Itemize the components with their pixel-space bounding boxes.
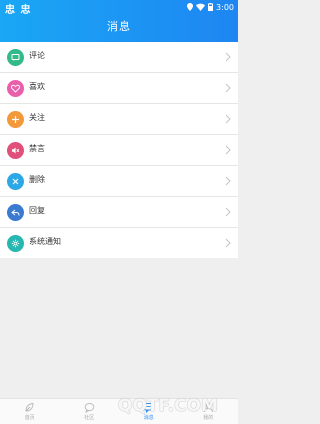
chevron-right-icon bbox=[225, 207, 231, 217]
leaf-icon bbox=[25, 403, 34, 412]
message-item-label: 关注 bbox=[29, 113, 45, 122]
status-bar: 忠 忠 3:00 bbox=[0, 0, 238, 17]
tab-label: 首页 bbox=[24, 415, 35, 421]
mute-icon bbox=[7, 142, 24, 159]
site-watermark: QQTF.COM bbox=[118, 396, 218, 416]
app-header: 忠 忠 3:00 消息 bbox=[0, 0, 238, 42]
chevron-right-icon bbox=[225, 145, 231, 155]
chat-bubble-icon bbox=[84, 402, 95, 413]
tab-label: 社区 bbox=[84, 415, 95, 421]
chevron-right-icon bbox=[225, 83, 231, 93]
page-title: 消息 bbox=[107, 20, 131, 33]
message-item-follow[interactable]: 关注 bbox=[0, 104, 238, 135]
tab-home[interactable]: 首页 bbox=[0, 399, 60, 424]
wifi-icon bbox=[196, 3, 206, 11]
message-list: 评论 喜欢 关注 禁言 删除 回复 系统通知 bbox=[0, 42, 238, 258]
gear-icon bbox=[7, 235, 24, 252]
close-icon bbox=[7, 173, 24, 190]
status-time: 3:00 bbox=[216, 2, 234, 12]
chevron-right-icon bbox=[225, 176, 231, 186]
chevron-right-icon bbox=[225, 238, 231, 248]
message-item-label: 评论 bbox=[29, 51, 45, 60]
battery-icon bbox=[208, 3, 214, 11]
message-item-label: 回复 bbox=[29, 206, 45, 215]
heart-icon bbox=[7, 80, 24, 97]
message-item-comment[interactable]: 评论 bbox=[0, 42, 238, 73]
message-item-label: 系统通知 bbox=[29, 237, 61, 246]
message-item-reply[interactable]: 回复 bbox=[0, 197, 238, 228]
message-item-label: 删除 bbox=[29, 175, 45, 184]
status-left-text: 忠 忠 bbox=[5, 5, 32, 16]
chevron-right-icon bbox=[225, 114, 231, 124]
location-icon bbox=[187, 3, 194, 11]
reply-icon bbox=[7, 204, 24, 221]
message-item-label: 禁言 bbox=[29, 144, 45, 153]
status-icons: 3:00 bbox=[187, 2, 234, 12]
comment-icon bbox=[7, 49, 24, 66]
chevron-right-icon bbox=[225, 52, 231, 62]
message-item-delete[interactable]: 删除 bbox=[0, 166, 238, 197]
plus-icon bbox=[7, 111, 24, 128]
tab-community[interactable]: 社区 bbox=[60, 399, 120, 424]
message-item-label: 喜欢 bbox=[29, 82, 45, 91]
message-item-like[interactable]: 喜欢 bbox=[0, 73, 238, 104]
message-item-system-notice[interactable]: 系统通知 bbox=[0, 228, 238, 259]
message-item-mute[interactable]: 禁言 bbox=[0, 135, 238, 166]
